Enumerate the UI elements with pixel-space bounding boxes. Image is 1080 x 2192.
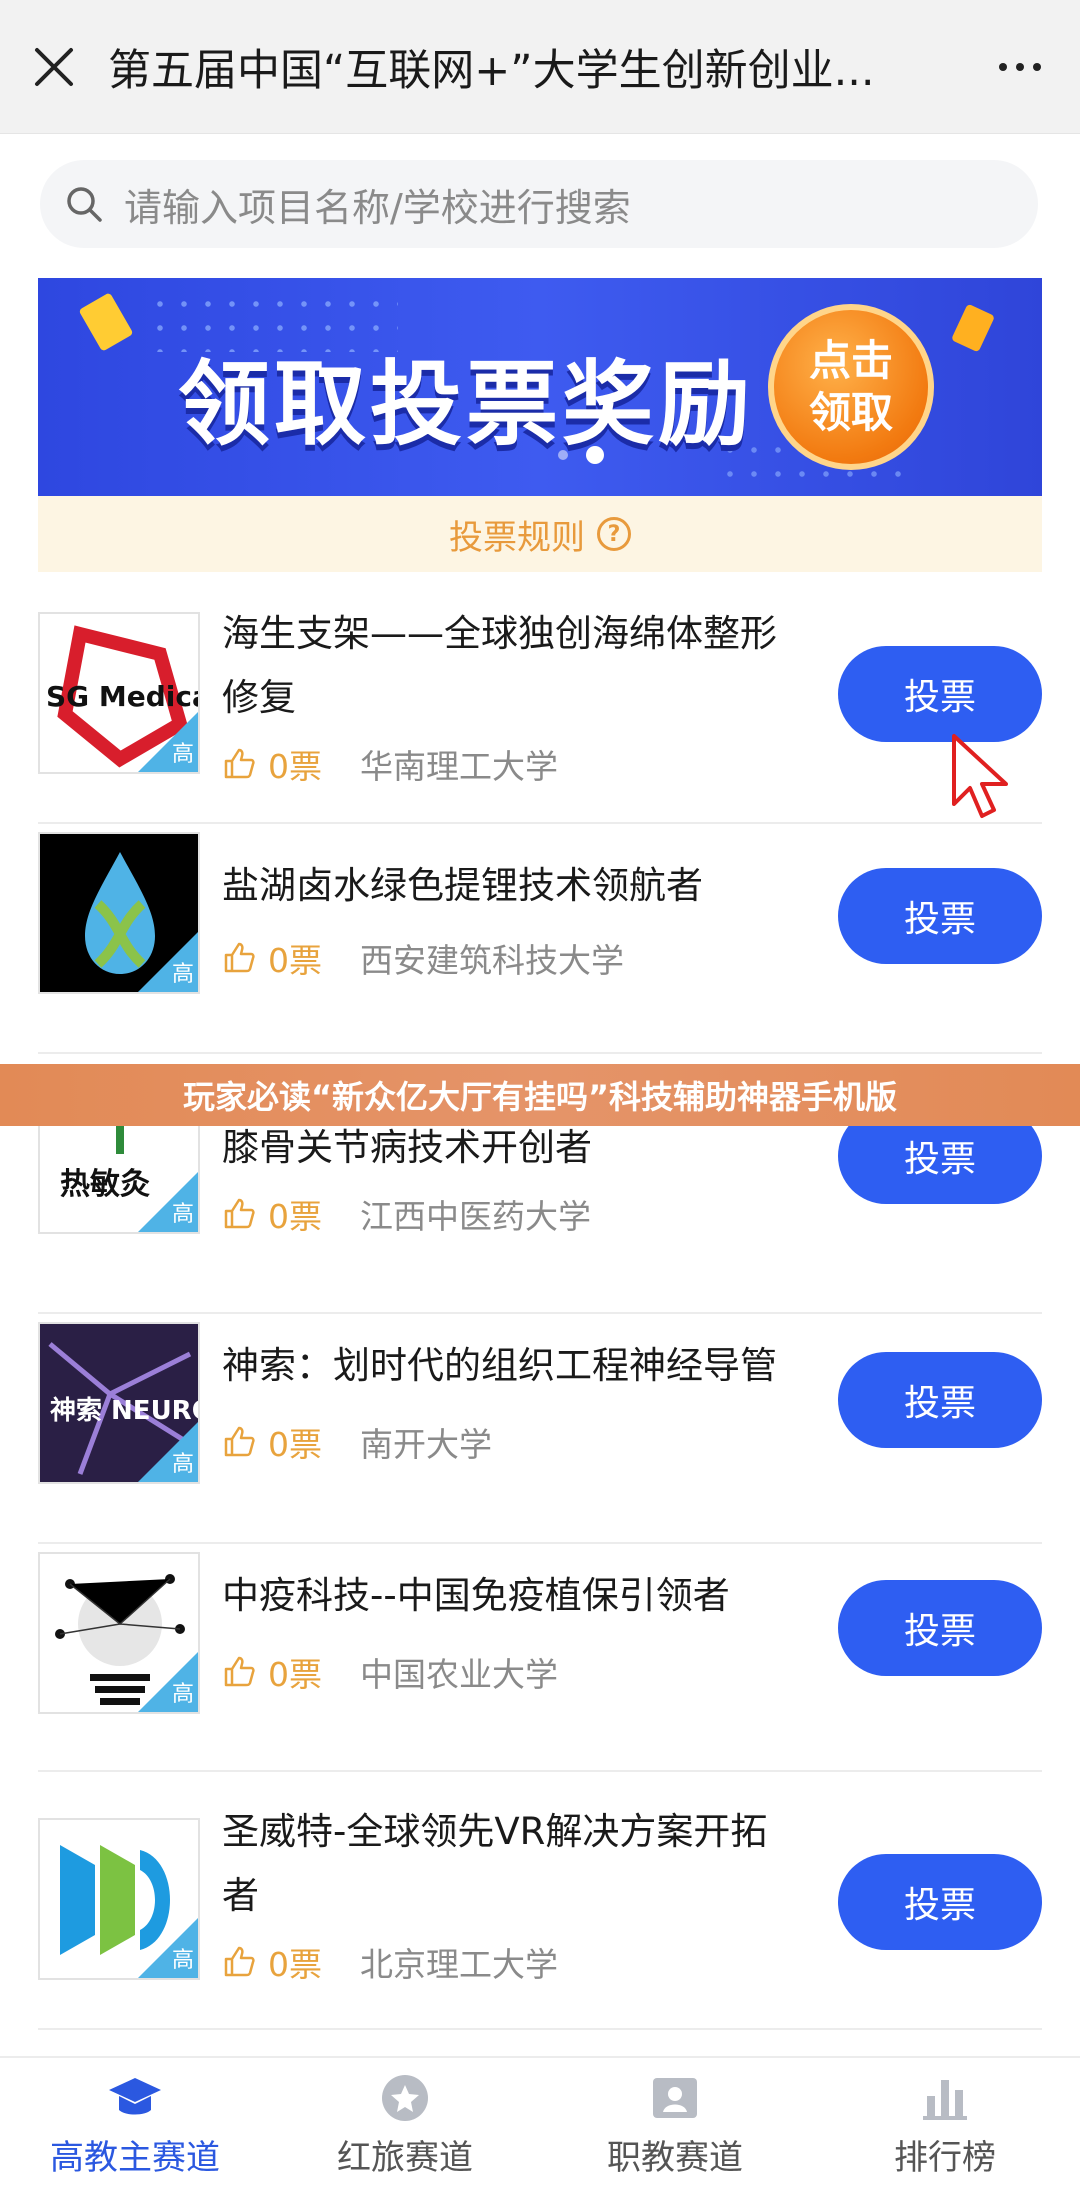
project-title[interactable]: 盐湖卤水绿色提锂技术领航者 <box>222 854 802 918</box>
divider <box>38 1312 1042 1314</box>
close-icon <box>35 47 73 86</box>
vote-info: 0票 中国农业大学 <box>222 1648 558 1696</box>
close-button[interactable] <box>0 0 108 134</box>
vote-button[interactable]: 投票 <box>838 868 1042 964</box>
bottom-tab-bar: 高教主赛道 红旅赛道 职教赛道 排行榜 <box>0 2056 1080 2192</box>
vote-info: 0票 北京理工大学 <box>222 1938 558 1986</box>
divider <box>38 1770 1042 1772</box>
tab-label: 职教赛道 <box>607 2137 743 2178</box>
vote-count: 0票 <box>268 1945 322 1984</box>
banner-claim-badge[interactable]: 点击 领取 <box>768 304 934 470</box>
thumbs-up-icon <box>224 1656 255 1687</box>
banner-headline: 领取投票奖励 <box>178 351 755 458</box>
carousel-dot[interactable] <box>558 450 568 460</box>
vote-button[interactable]: 投票 <box>838 1854 1042 1950</box>
school-name: 华南理工大学 <box>360 747 558 786</box>
search-icon <box>67 187 102 222</box>
tab-leaderboard[interactable]: 排行榜 <box>810 2058 1080 2192</box>
thumbs-up-icon <box>224 1946 255 1977</box>
vote-info: 0票 江西中医药大学 <box>222 1190 591 1238</box>
project-title[interactable]: 中疫科技--中国免疫植保引领者 <box>222 1564 802 1628</box>
school-name: 中国农业大学 <box>360 1655 558 1694</box>
graduation-cap-icon <box>109 2077 161 2114</box>
level-tag-label: 高 <box>171 742 194 767</box>
level-tag-label: 高 <box>171 1948 194 1973</box>
tab-label: 排行榜 <box>894 2137 996 2178</box>
vote-info: 0票 华南理工大学 <box>222 740 558 788</box>
project-title[interactable]: 神索：划时代的组织工程神经导管 <box>222 1334 802 1398</box>
more-dot-icon <box>1033 62 1041 71</box>
help-icon: ? <box>597 517 631 551</box>
vote-button[interactable]: 投票 <box>838 1352 1042 1448</box>
bar-chart-icon <box>923 2079 967 2120</box>
thumb-logo-text: SG Medical <box>46 680 200 713</box>
tab-label: 高教主赛道 <box>50 2137 220 2178</box>
divider <box>38 822 1042 824</box>
overlay-caption: 玩家必读“新众亿大厅有挂吗”科技辅助神器手机版 <box>0 1064 1080 1126</box>
mouse-pointer-icon <box>952 734 1008 818</box>
vote-info: 0票 西安建筑科技大学 <box>222 934 624 982</box>
project-thumbnail[interactable]: 高 <box>38 1818 200 1980</box>
vote-button[interactable]: 投票 <box>838 646 1042 742</box>
project-title[interactable]: 圣威特-全球领先VR解决方案开拓者 <box>222 1800 802 1928</box>
level-tag-label: 高 <box>171 1682 194 1707</box>
level-tag-label: 高 <box>171 1452 194 1477</box>
thumbs-up-icon <box>224 942 255 973</box>
tab-higher-education[interactable]: 高教主赛道 <box>0 2058 270 2192</box>
school-name: 北京理工大学 <box>360 1945 558 1984</box>
thumbs-up-icon <box>224 1198 255 1229</box>
vote-rules-label: 投票规则 <box>449 517 585 558</box>
star-icon <box>382 2074 428 2121</box>
divider <box>38 2028 1042 2030</box>
more-dot-icon <box>1016 62 1024 71</box>
top-bar: 第五届中国“互联网+”大学生创新创业... <box>0 0 1080 134</box>
search-placeholder: 请输入项目名称/学校进行搜索 <box>124 185 631 230</box>
level-tag-label: 高 <box>171 1202 194 1227</box>
banner-confetti-decoration <box>78 292 134 352</box>
project-title[interactable]: 海生支架——全球独创海绵体整形修复 <box>222 602 802 730</box>
vote-count: 0票 <box>268 747 322 786</box>
more-options-button[interactable] <box>960 0 1080 134</box>
vote-button[interactable]: 投票 <box>838 1580 1042 1676</box>
project-thumbnail[interactable]: 高 <box>38 1552 200 1714</box>
project-thumbnail[interactable]: SG Medical 高 <box>38 612 200 774</box>
thumbs-up-icon <box>224 1426 255 1457</box>
page-title: 第五届中国“互联网+”大学生创新创业... <box>108 45 875 96</box>
vote-rules-link[interactable]: 投票规则 ? <box>38 496 1042 572</box>
id-card-icon <box>653 2077 697 2118</box>
search-input[interactable]: 请输入项目名称/学校进行搜索 <box>40 160 1038 248</box>
more-dot-icon <box>999 62 1007 71</box>
promo-banner[interactable]: 领取投票奖励 点击 领取 <box>38 278 1042 496</box>
carousel-dot-active[interactable] <box>586 446 604 464</box>
badge-line: 点击 <box>808 336 893 385</box>
divider <box>38 1542 1042 1544</box>
project-thumbnail[interactable]: 神索 NEUROPE 高 <box>38 1322 200 1484</box>
vote-info: 0票 南开大学 <box>222 1418 492 1466</box>
thumb-logo-text: 热敏灸 <box>60 1167 150 1202</box>
school-name: 西安建筑科技大学 <box>360 941 624 980</box>
vote-count: 0票 <box>268 941 322 980</box>
school-name: 南开大学 <box>360 1425 492 1464</box>
badge-line: 领取 <box>808 388 893 437</box>
vote-count: 0票 <box>268 1655 322 1694</box>
school-name: 江西中医药大学 <box>360 1197 591 1236</box>
tab-vocational[interactable]: 职教赛道 <box>540 2058 810 2192</box>
level-tag-label: 高 <box>171 962 194 987</box>
project-thumbnail[interactable]: 高 <box>38 832 200 994</box>
thumbs-up-icon <box>224 748 255 779</box>
vote-count: 0票 <box>268 1197 322 1236</box>
tab-label: 红旅赛道 <box>337 2137 473 2178</box>
tab-red-tour[interactable]: 红旅赛道 <box>270 2058 540 2192</box>
vote-count: 0票 <box>268 1425 322 1464</box>
banner-confetti-decoration <box>950 303 996 353</box>
